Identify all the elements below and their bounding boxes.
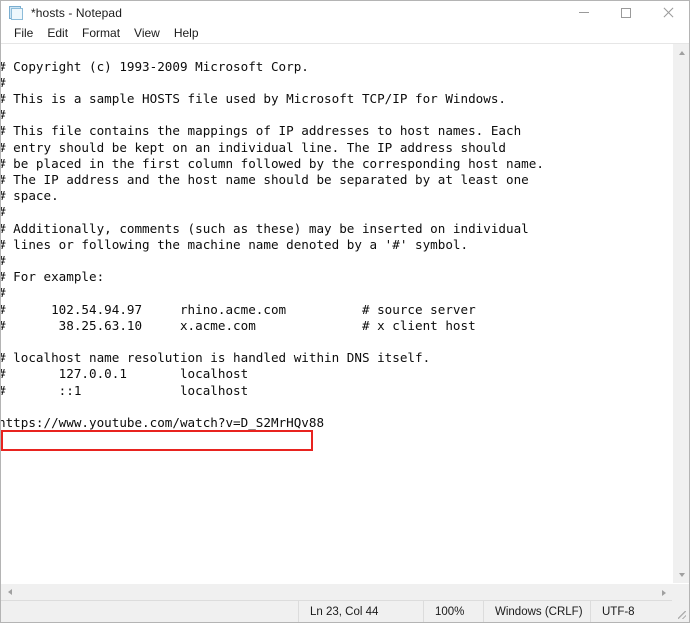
chevron-left-icon — [7, 589, 12, 595]
menu-item-file[interactable]: File — [7, 24, 40, 43]
menu-item-view[interactable]: View — [127, 24, 167, 43]
scroll-right-button[interactable] — [655, 584, 672, 601]
notepad-window: *hosts - Notepad File Edit Format View H… — [0, 0, 690, 623]
vertical-scrollbar[interactable] — [672, 44, 689, 583]
menu-item-format[interactable]: Format — [75, 24, 127, 43]
title-bar[interactable]: *hosts - Notepad — [1, 1, 689, 24]
url-highlight-box — [1, 430, 313, 451]
chevron-down-icon — [678, 572, 685, 577]
menu-item-help[interactable]: Help — [167, 24, 206, 43]
status-bar: Ln 23, Col 44 100% Windows (CRLF) UTF-8 — [1, 600, 689, 622]
status-spacer — [1, 601, 298, 622]
text-editor[interactable]: # Copyright (c) 1993-2009 Microsoft Corp… — [1, 44, 672, 583]
window-title: *hosts - Notepad — [31, 5, 122, 20]
menu-bar: File Edit Format View Help — [1, 24, 689, 44]
scroll-up-button[interactable] — [673, 44, 689, 61]
menu-item-edit[interactable]: Edit — [40, 24, 75, 43]
editor-area: # Copyright (c) 1993-2009 Microsoft Corp… — [1, 44, 689, 583]
maximize-icon — [621, 7, 631, 18]
status-line-ending: Windows (CRLF) — [483, 601, 590, 622]
minimize-icon — [579, 12, 589, 13]
editor-text[interactable]: # Copyright (c) 1993-2009 Microsoft Corp… — [1, 59, 544, 432]
scroll-down-button[interactable] — [673, 566, 689, 583]
notepad-icon — [8, 5, 24, 21]
status-zoom-level[interactable]: 100% — [423, 601, 483, 622]
scrollbar-corner — [672, 584, 689, 601]
close-icon — [663, 7, 674, 18]
status-encoding: UTF-8 — [590, 601, 672, 622]
close-button[interactable] — [647, 1, 689, 24]
scroll-left-button[interactable] — [1, 584, 18, 601]
status-cursor-position: Ln 23, Col 44 — [298, 601, 423, 622]
horizontal-scrollbar[interactable] — [1, 583, 689, 601]
chevron-right-icon — [661, 589, 666, 596]
resize-grip[interactable] — [672, 601, 689, 622]
minimize-button[interactable] — [563, 1, 605, 24]
window-controls — [563, 1, 689, 24]
chevron-up-icon — [678, 50, 685, 55]
maximize-button[interactable] — [605, 1, 647, 24]
